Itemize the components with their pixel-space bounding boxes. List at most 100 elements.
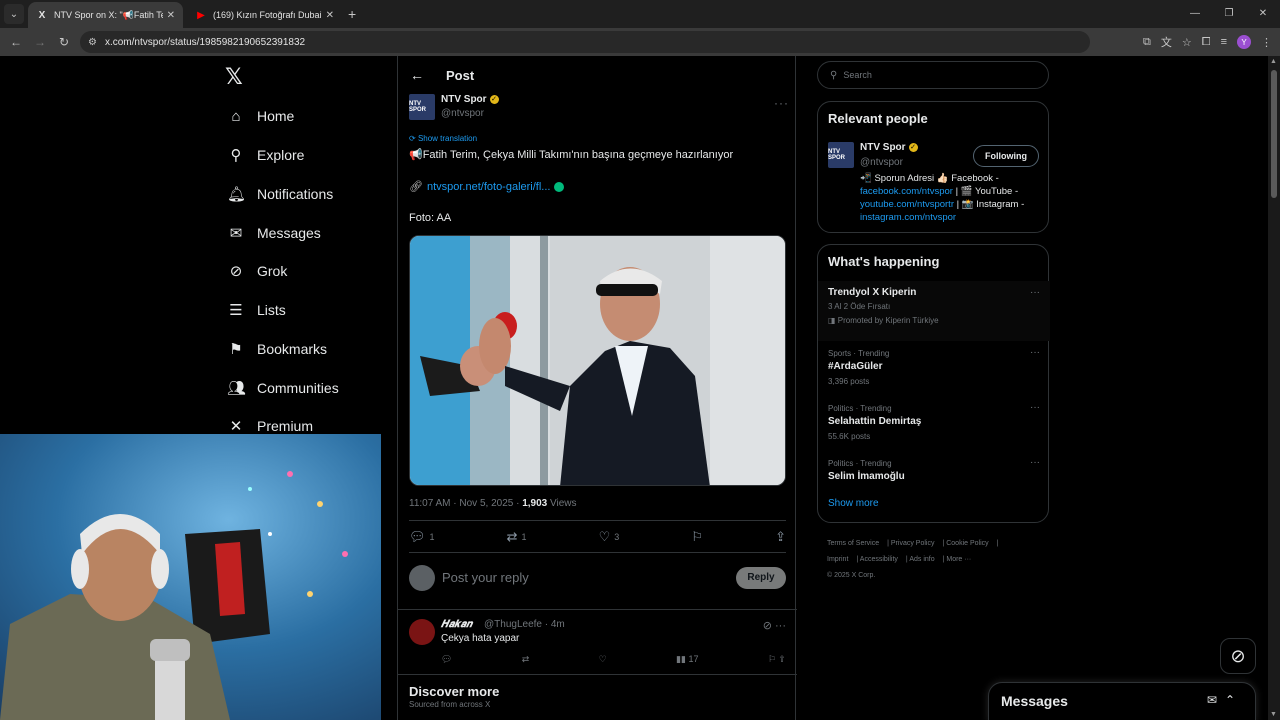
nav-communities[interactable]: 👥︎ Communities — [227, 373, 339, 403]
back-icon[interactable]: ← — [4, 35, 28, 49]
show-more-link[interactable]: Show more — [828, 498, 879, 509]
views-action[interactable]: ▮▮ 17 — [676, 654, 698, 665]
x-logo-icon[interactable]: 𝕏 — [225, 64, 243, 90]
scroll-up-icon[interactable]: ▲ — [1270, 58, 1277, 65]
repost-icon[interactable]: ⇄ — [522, 654, 530, 665]
profile-avatar[interactable]: Y — [1237, 35, 1251, 49]
more-options-icon[interactable]: ··· — [1030, 402, 1040, 413]
bell-icon: 🔔︎ — [227, 186, 247, 203]
close-window-icon[interactable]: ✕ — [1246, 0, 1280, 28]
avatar[interactable] — [409, 619, 435, 645]
scroll-down-icon[interactable]: ▼ — [1270, 711, 1277, 718]
nav-lists[interactable]: ☰ Lists — [227, 295, 286, 325]
forward-icon[interactable]: → — [28, 35, 52, 49]
heart-icon[interactable]: ♡ — [599, 654, 607, 665]
reply-action[interactable]: 💬︎ 1 — [409, 529, 435, 545]
post-link[interactable]: 🔗︎ ntvspor.net/foto-galeri/fl... — [409, 180, 565, 193]
tab-close-icon[interactable]: ✕ — [326, 10, 334, 21]
share-action[interactable]: ⇪ — [775, 529, 786, 545]
imprint-link[interactable]: Imprint — [827, 556, 848, 563]
webcam-video — [0, 434, 381, 720]
comment-icon[interactable]: 💬︎ — [441, 654, 452, 665]
like-action[interactable]: ♡ 3 — [599, 529, 620, 545]
back-arrow-icon[interactable]: ← — [410, 67, 434, 83]
relevant-name-row[interactable]: NTV Spor ✓ — [860, 142, 918, 153]
minimize-icon[interactable]: — — [1178, 0, 1212, 28]
ads-info-link[interactable]: Ads info — [909, 556, 934, 563]
grok-icon: ⊘ — [229, 263, 243, 280]
author-name-row[interactable]: NTV Spor ✓ — [441, 94, 499, 105]
link-text: ntvspor.net/foto-galeri/fl... — [426, 181, 551, 193]
bookmark-action[interactable]: ⚐ — [691, 529, 703, 545]
repost-action[interactable]: ⇄ 1 — [507, 529, 527, 545]
views-count: 1,903 — [522, 498, 548, 509]
extensions-icon[interactable]: ⧠ — [1202, 36, 1211, 49]
accessibility-link[interactable]: Accessibility — [860, 556, 898, 563]
facebook-link[interactable]: facebook.com/ntvspor — [860, 186, 953, 197]
reload-icon[interactable]: ↻ — [52, 35, 76, 49]
reply-button[interactable]: Reply — [736, 567, 786, 589]
messages-drawer[interactable]: Messages ✉︎⌃ — [988, 682, 1256, 720]
browser-tab-active[interactable]: X NTV Spor on X: "📢Fatih Terim, ✕ — [28, 2, 183, 28]
reply-more-icons[interactable]: ⊘ ··· — [763, 619, 786, 632]
search-input[interactable]: ⚲ Search — [817, 61, 1049, 89]
instagram-link[interactable]: instagram.com/ntvspor — [860, 212, 956, 223]
show-translation-link[interactable]: ⟳ Show translation — [409, 134, 477, 143]
author-handle[interactable]: @ntvspor — [441, 108, 484, 119]
window-controls: — ❐ ✕ — [1178, 0, 1280, 28]
post-author: NTV SPOR NTV Spor ✓ @ntvspor ··· — [409, 94, 789, 122]
nav-messages[interactable]: ✉ Messages — [227, 218, 321, 248]
post-timestamp: 11:07 AM · Nov 5, 2025 · 1,903 Views — [409, 498, 577, 509]
check-icon — [554, 182, 565, 193]
reply-input[interactable]: Post your reply — [442, 570, 529, 585]
nav-notifications[interactable]: 🔔︎ Notifications — [227, 179, 333, 209]
relevant-handle[interactable]: @ntvspor — [860, 157, 903, 168]
tab-close-icon[interactable]: ✕ — [167, 10, 175, 21]
page-scrollbar[interactable]: ▲ ▼ — [1268, 56, 1280, 720]
bookmark-share-icons[interactable]: ⚐ ⇪ — [768, 654, 786, 665]
post-image[interactable] — [409, 235, 786, 486]
verified-badge-icon: ✓ — [908, 142, 918, 152]
more-options-icon[interactable]: ··· — [1030, 347, 1040, 358]
compose-collapse-icons[interactable]: ✉︎⌃ — [1207, 693, 1243, 707]
promoted-icon: ◨ — [828, 316, 838, 325]
menu-icon[interactable]: ⋮ — [1261, 36, 1272, 49]
nav-grok[interactable]: ⊘ Grok — [227, 256, 288, 286]
browser-tab[interactable]: ▶ (169) Kızın Fotoğrafı Dubai'de ✕ — [187, 2, 342, 28]
nav-explore[interactable]: ⚲ Explore — [227, 140, 305, 170]
reply-author-name[interactable]: 𝑯𝒂𝒌𝒂𝒏 — [441, 619, 472, 630]
youtube-link[interactable]: youtube.com/ntvsportr — [860, 199, 954, 210]
privacy-link[interactable]: Privacy Policy — [891, 540, 935, 547]
more-options-icon[interactable]: ··· — [1030, 457, 1040, 468]
following-button[interactable]: Following — [973, 145, 1039, 167]
nav-home[interactable]: ⌂ Home — [227, 101, 294, 131]
trend-item[interactable]: Politics · Trending Selim İmamoğlu ··· — [818, 451, 1050, 505]
install-app-icon[interactable]: ⧉ — [1143, 36, 1151, 49]
cookie-link[interactable]: Cookie Policy — [946, 540, 988, 547]
media-icon[interactable]: ≡ — [1221, 36, 1227, 48]
avatar[interactable]: NTV SPOR — [828, 142, 854, 168]
address-bar[interactable]: ⚙ x.com/ntvspor/status/19859821906523918… — [80, 31, 1090, 53]
terms-link[interactable]: Terms of Service — [827, 540, 879, 547]
star-icon[interactable]: ☆ — [1182, 36, 1192, 49]
translate-icon[interactable]: 文 — [1161, 34, 1172, 50]
scrollbar-thumb[interactable] — [1271, 70, 1277, 198]
tab-search-button[interactable]: ⌄ — [4, 4, 24, 24]
more-link[interactable]: More ··· — [946, 556, 971, 563]
site-info-icon[interactable]: ⚙ — [88, 37, 97, 48]
promoted-text: Promoted by Kiperin Türkiye — [837, 316, 939, 325]
post-column: ← Post NTV SPOR NTV Spor ✓ @ntvspor ··· ⟳… — [397, 56, 797, 720]
reply-composer: Post your reply Reply — [409, 565, 786, 591]
trend-item-promoted[interactable]: Trendyol X Kiperin 3 Al 2 Öde Fırsatı ◨ … — [818, 281, 1050, 341]
new-tab-button[interactable]: + — [348, 6, 356, 22]
relevant-name: NTV Spor — [860, 142, 906, 153]
avatar[interactable]: NTV SPOR — [409, 94, 435, 120]
nav-bookmarks[interactable]: ⚑ Bookmarks — [227, 334, 327, 364]
grok-button[interactable]: ⊘ — [1220, 638, 1256, 674]
nav-label: Explore — [257, 147, 305, 163]
trend-item[interactable]: Politics · Trending Selahattin Demirtaş … — [818, 396, 1050, 450]
more-options-icon[interactable]: ··· — [774, 96, 789, 110]
trend-item[interactable]: Sports · Trending #ArdaGüler 3,396 posts… — [818, 341, 1050, 395]
restore-icon[interactable]: ❐ — [1212, 0, 1246, 28]
more-options-icon[interactable]: ··· — [1030, 287, 1040, 298]
